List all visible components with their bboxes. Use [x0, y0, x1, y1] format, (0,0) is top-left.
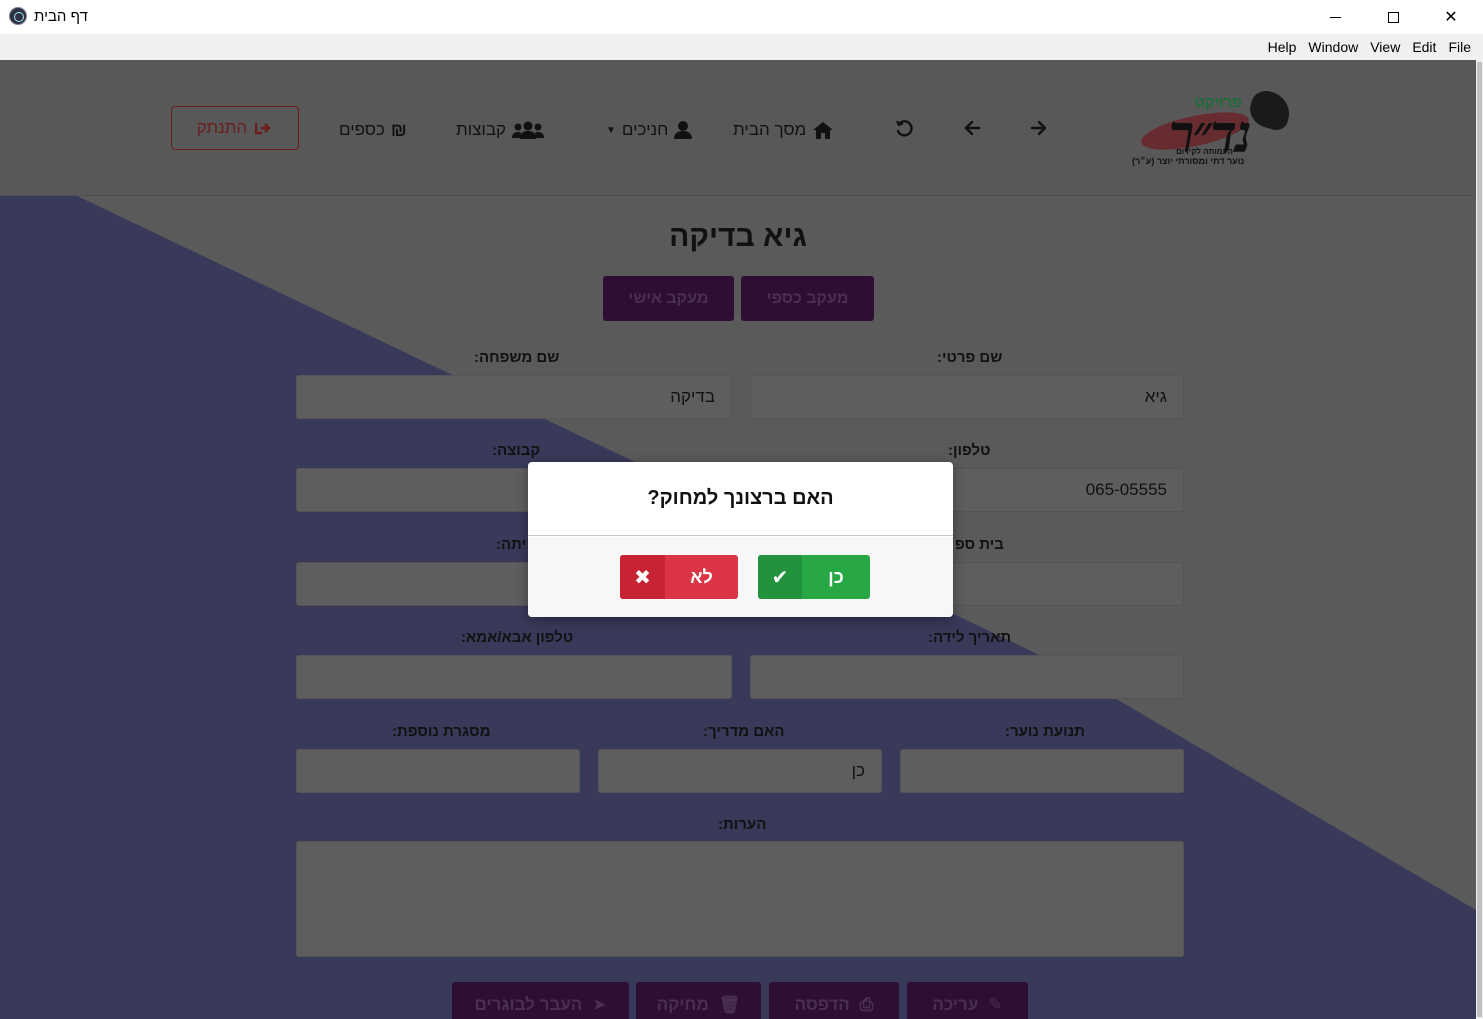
transfer-label: העבר לבוגרים: [474, 995, 583, 1014]
maximize-button[interactable]: [1364, 0, 1422, 34]
phone-value: 065-05555: [1085, 480, 1167, 499]
edit-label: עריכה: [932, 995, 979, 1014]
birthdate-input[interactable]: [750, 655, 1184, 699]
transfer-to-graduates-button[interactable]: ➤ העבר לבוגרים: [452, 982, 629, 1019]
close-icon: ✕: [1444, 9, 1458, 26]
nav-students-dropdown[interactable]: חניכים ▼: [606, 118, 693, 142]
back-button[interactable]: [960, 118, 984, 142]
parent-phone-input[interactable]: [296, 655, 732, 699]
nav-money-label: כספים: [339, 120, 385, 139]
phone-label: טלפון:: [948, 442, 991, 459]
youth-movement-input[interactable]: [900, 749, 1184, 793]
confirm-delete-dialog: האם ברצונך למחוק? ✖ לא ✔ כן: [528, 462, 953, 617]
dialog-footer: ✖ לא ✔ כן: [528, 537, 953, 617]
minimize-icon: [1329, 16, 1341, 18]
nav-home-label: מסך הבית: [733, 120, 807, 139]
close-button[interactable]: ✕: [1422, 0, 1480, 34]
trash-icon: 🗑: [718, 995, 741, 1014]
maximize-icon: [1387, 11, 1399, 23]
birthdate-label: תאריך לידה:: [928, 629, 1012, 646]
yes-button[interactable]: ✔ כן: [758, 555, 870, 599]
sign-out-icon: [255, 123, 272, 135]
menu-help[interactable]: Help: [1262, 39, 1303, 55]
arrow-left-icon: [964, 120, 981, 136]
first-name-label: שם פרטי:: [937, 349, 1003, 366]
top-navbar: פרויקט נד״ר העמותה לקידום נוער דתי ומסור…: [0, 60, 1476, 196]
nadar-logo[interactable]: פרויקט נד״ר העמותה לקידום נוער דתי ומסור…: [1130, 87, 1294, 170]
nav-students-label: חניכים: [621, 120, 669, 139]
logo-tagline: נוער דתי ומסורתי יוצר (ע״ר): [1132, 156, 1245, 166]
delete-button[interactable]: 🗑 מחיקה: [636, 982, 761, 1019]
logo-sub-text: העמותה לקידום: [1176, 147, 1233, 156]
extra-framework-label: מסגרת נוספת:: [392, 723, 491, 740]
logout-label: התנתק: [196, 118, 248, 137]
nav-home[interactable]: מסך הבית: [733, 118, 834, 142]
logout-button[interactable]: התנתק: [171, 106, 299, 150]
edit-icon: ✎: [988, 995, 1003, 1014]
last-name-label: שם משפחה:: [474, 349, 560, 366]
print-icon: ⎙: [859, 995, 874, 1014]
menu-window[interactable]: Window: [1302, 39, 1364, 55]
last-name-value: בדיקה: [670, 387, 715, 406]
nav-groups-label: קבוצות: [456, 120, 507, 139]
parent-phone-label: טלפון אבא/אמא:: [461, 629, 574, 646]
is-counselor-value: כן: [851, 761, 865, 780]
last-name-input[interactable]: בדיקה: [296, 375, 732, 419]
first-name-value: גיא: [1144, 387, 1167, 406]
notes-label: הערות:: [718, 816, 767, 833]
minimize-button[interactable]: [1306, 0, 1364, 34]
caret-down-icon: ▼: [606, 124, 616, 136]
shekel-icon: ₪: [390, 119, 407, 140]
is-counselor-label: האם מדריך:: [703, 723, 785, 740]
youth-movement-label: תנועת נוער:: [1005, 723, 1085, 740]
first-name-input[interactable]: גיא: [750, 375, 1184, 419]
no-button[interactable]: ✖ לא: [620, 555, 738, 599]
menu-file[interactable]: File: [1442, 39, 1477, 55]
x-icon: ✖: [620, 555, 665, 599]
yes-label: כן: [828, 566, 844, 587]
user-icon: [674, 121, 693, 139]
notes-textarea[interactable]: [296, 841, 1184, 957]
window-title: דף הבית: [34, 8, 88, 25]
grade-label: יתה:: [496, 536, 527, 553]
edit-button[interactable]: ✎ עריכה: [907, 982, 1028, 1019]
forward-button[interactable]: [1027, 118, 1051, 142]
print-label: הדפסה: [794, 995, 850, 1014]
tab-personal-tracking[interactable]: מעקב אישי: [603, 276, 734, 321]
nav-groups[interactable]: קבוצות: [456, 118, 545, 142]
electron-app-icon: [9, 7, 27, 25]
page-title: גיא בדיקה: [669, 220, 807, 253]
menu-view[interactable]: View: [1364, 39, 1406, 55]
dialog-question: האם ברצונך למחוק?: [647, 487, 834, 509]
users-icon: [512, 121, 545, 139]
delete-label: מחיקה: [656, 995, 709, 1014]
scrollbar-thumb[interactable]: [1477, 62, 1482, 1017]
nav-money[interactable]: ₪ כספים: [339, 118, 407, 142]
tab-financial-tracking[interactable]: מעקב כספי: [741, 276, 874, 321]
menu-edit[interactable]: Edit: [1406, 39, 1442, 55]
logo-hand-icon: [1246, 87, 1294, 133]
print-button[interactable]: ⎙ הדפסה: [769, 982, 899, 1019]
undo-icon: [896, 120, 913, 137]
refresh-button[interactable]: [893, 118, 917, 142]
school-label: בית ספ: [955, 536, 1004, 553]
extra-framework-input[interactable]: [296, 749, 580, 793]
dialog-header: האם ברצונך למחוק?: [528, 462, 953, 536]
group-label: קבוצה:: [492, 442, 541, 459]
paper-plane-icon: ➤: [592, 995, 607, 1014]
is-counselor-select[interactable]: כן: [598, 749, 882, 793]
menu-bar: File Edit View Window Help: [0, 34, 1483, 60]
window-titlebar: דף הבית ✕: [0, 0, 1483, 34]
check-icon: ✔: [758, 555, 802, 599]
no-label: לא: [690, 566, 713, 587]
home-icon: [813, 122, 834, 139]
arrow-right-icon: [1030, 120, 1047, 136]
